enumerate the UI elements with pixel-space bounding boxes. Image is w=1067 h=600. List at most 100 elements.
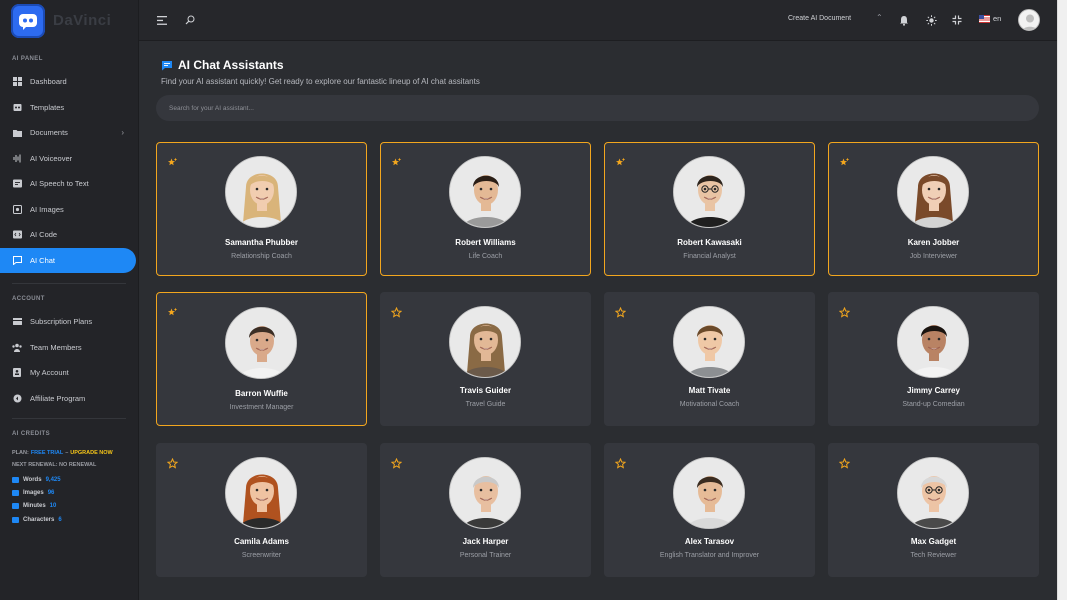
favorite-star-icon[interactable]: [838, 305, 851, 318]
sidebar-item-label: Templates: [30, 102, 65, 112]
favorite-star-icon[interactable]: [838, 456, 851, 469]
favorite-star-icon[interactable]: [166, 456, 179, 469]
plan-line: PLAN: FREE TRIAL – UPGRADE NOW: [0, 447, 138, 459]
assistant-name: Camila Adams: [234, 537, 289, 546]
sidebar-item-templates[interactable]: Templates: [0, 95, 138, 121]
assistant-avatar: [225, 307, 297, 379]
sidebar-item-affiliate-program[interactable]: Affiliate Program: [0, 386, 138, 412]
sidebar-item-label: AI Images: [30, 204, 64, 214]
sidebar-item-label: AI Chat: [30, 255, 56, 265]
search-icon[interactable]: [184, 14, 196, 26]
account-icon: [12, 368, 22, 378]
renewal-line: NEXT RENEWAL: NO RENEWAL: [12, 462, 97, 468]
assistant-name: Karen Jobber: [907, 238, 960, 247]
assistant-card[interactable]: Alex Tarasov English Translator and Impro…: [604, 443, 815, 577]
sidebar-item-ai-voiceover[interactable]: AI Voiceover: [0, 146, 138, 172]
chat-icon: [12, 255, 22, 265]
page-subtitle: Find your AI assistant quickly! Get read…: [161, 77, 480, 86]
bell-icon[interactable]: [898, 14, 910, 26]
assistant-role: English Translator and Improver: [659, 552, 760, 559]
folder-icon: [12, 128, 22, 138]
sidebar-item-subscription-plans[interactable]: Subscription Plans: [0, 309, 138, 335]
page-scrollbar[interactable]: [1057, 0, 1067, 600]
section-ai-panel: AI PANEL: [12, 56, 43, 62]
plan-value: FREE TRIAL: [30, 450, 64, 456]
assistant-card[interactable]: Camila Adams Screenwriter: [156, 443, 367, 577]
assistant-avatar: [673, 156, 745, 228]
assistant-card[interactable]: Jimmy Carrey Stand-up Comedian: [828, 292, 1039, 426]
assistant-name: Barron Wuffie: [235, 389, 288, 398]
credit-value: 96: [47, 489, 55, 496]
sun-icon[interactable]: [925, 14, 937, 26]
favorite-star-icon[interactable]: [614, 305, 627, 318]
assistant-card[interactable]: Matt Tivate Motivational Coach: [604, 292, 815, 426]
page-title-text: AI Chat Assistants: [178, 58, 284, 72]
us-flag-icon: [979, 14, 990, 23]
assistant-avatar: [449, 457, 521, 529]
sidebar-item-label: Affiliate Program: [30, 393, 86, 403]
credit-row: Words 9,425: [0, 473, 138, 486]
favorite-star-filled-icon[interactable]: [167, 155, 178, 166]
user-avatar[interactable]: [1018, 9, 1040, 31]
assistant-avatar: [673, 457, 745, 529]
sidebar-item-team-members[interactable]: Team Members: [0, 335, 138, 361]
favorite-star-filled-icon[interactable]: [839, 155, 850, 166]
plan-dash: –: [65, 450, 69, 456]
main-content: AI Chat Assistants Find your AI assistan…: [139, 41, 1057, 600]
assistant-card[interactable]: Barron Wuffie Investment Manager: [156, 292, 367, 426]
assistant-card[interactable]: Jack Harper Personal Trainer: [380, 443, 591, 577]
create-document-button[interactable]: Create AI Document: [788, 15, 851, 22]
assistant-avatar: [673, 306, 745, 378]
menu-toggle-icon[interactable]: [156, 14, 168, 26]
assistant-avatar: [897, 306, 969, 378]
assistant-card[interactable]: Max Gadget Tech Reviewer: [828, 443, 1039, 577]
assistant-role: Investment Manager: [229, 404, 294, 411]
chat-bubble-icon: [12, 516, 19, 523]
assistant-avatar: [897, 156, 969, 228]
assistant-card[interactable]: Robert Williams Life Coach: [380, 142, 591, 276]
chat-bubble-icon: [12, 476, 19, 483]
favorite-star-filled-icon[interactable]: [391, 155, 402, 166]
favorite-star-icon[interactable]: [614, 456, 627, 469]
credit-row: Characters 6: [0, 513, 138, 526]
sidebar-item-ai-chat[interactable]: AI Chat: [0, 247, 136, 273]
language-selector[interactable]: en: [979, 14, 1001, 23]
logo[interactable]: DaVinci: [0, 0, 138, 41]
sidebar-item-dashboard[interactable]: Dashboard: [0, 69, 138, 95]
assistant-card[interactable]: Robert Kawasaki Financial Analyst: [604, 142, 815, 276]
credit-label: Characters: [23, 516, 55, 523]
plans-icon: [12, 317, 22, 327]
assistant-name: Alex Tarasov: [684, 537, 735, 546]
assistant-avatar: [897, 457, 969, 529]
assistant-card[interactable]: Travis Guider Travel Guide: [380, 292, 591, 426]
language-label: en: [993, 14, 1002, 23]
sidebar-item-ai-code[interactable]: AI Code: [0, 222, 138, 248]
upgrade-link[interactable]: UPGRADE NOW: [70, 450, 112, 456]
sidebar-item-label: Subscription Plans: [30, 317, 93, 327]
sidebar-item-ai-speech-to-text[interactable]: AI Speech to Text: [0, 171, 138, 197]
favorite-star-icon[interactable]: [390, 456, 403, 469]
assistant-role: Screenwriter: [241, 552, 282, 559]
assistant-card[interactable]: Karen Jobber Job Interviewer: [828, 142, 1039, 276]
sidebar-divider: [12, 283, 126, 284]
sidebar-item-my-account[interactable]: My Account: [0, 360, 138, 386]
sidebar-item-ai-images[interactable]: AI Images: [0, 197, 138, 223]
sidebar-divider: [12, 418, 126, 419]
logo-robot-icon: [11, 3, 45, 38]
chevron-up-icon[interactable]: ⌃: [876, 13, 883, 22]
credit-label: Images: [23, 489, 44, 496]
plan-prefix: PLAN:: [12, 450, 29, 456]
assistant-role: Motivational Coach: [679, 401, 740, 408]
sidebar-item-documents[interactable]: Documents ›: [0, 120, 138, 146]
sidebar-item-label: AI Speech to Text: [30, 179, 89, 189]
favorite-star-icon[interactable]: [390, 305, 403, 318]
assistant-role: Financial Analyst: [683, 253, 736, 260]
favorite-star-filled-icon[interactable]: [615, 155, 626, 166]
fullscreen-exit-icon[interactable]: [951, 14, 963, 26]
team-icon: [12, 342, 22, 352]
assistant-search-input[interactable]: [156, 95, 1039, 121]
assistant-card[interactable]: Samantha Phubber Relationship Coach: [156, 142, 367, 276]
favorite-star-filled-icon[interactable]: [167, 305, 178, 316]
assistant-role: Stand-up Comedian: [902, 401, 965, 408]
assistant-name: Travis Guider: [459, 386, 512, 395]
